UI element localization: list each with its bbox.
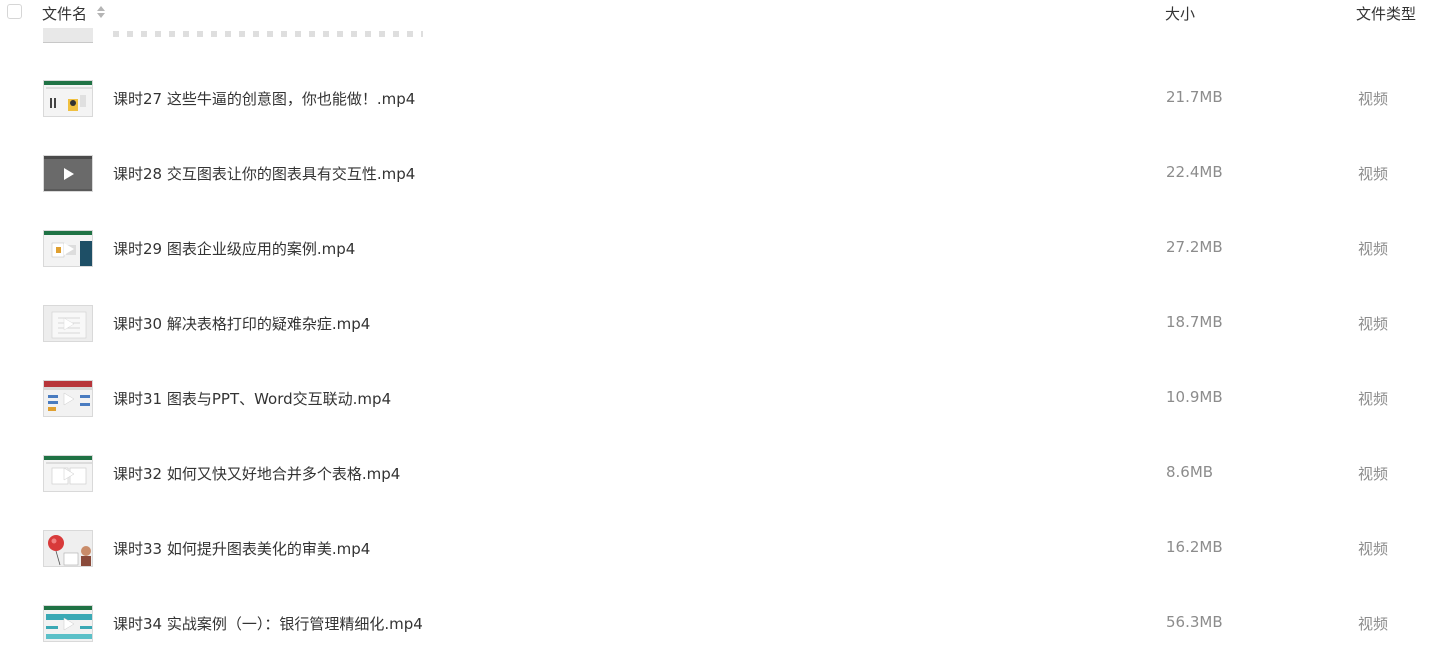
file-type: 视频 <box>1358 465 1389 483</box>
file-name[interactable]: 课时27 这些牛逼的创意图，你也能做！.mp4 <box>113 88 415 109</box>
video-thumbnail[interactable] <box>43 305 93 342</box>
file-size: 18.7MB <box>1166 313 1223 331</box>
column-header-filename[interactable]: 文件名 <box>42 3 87 24</box>
file-size: 10.9MB <box>1166 388 1223 406</box>
file-row[interactable]: 课时28 交互图表让你的图表具有交互性.mp4 22.4MB 视频 <box>0 137 1434 212</box>
play-icon <box>63 467 75 481</box>
video-thumbnail[interactable] <box>43 80 93 117</box>
file-list-page: 课时27 这些牛逼的创意图，你也能做！.mp4 21.7MB 视频 课时28 交… <box>0 0 1434 661</box>
file-row[interactable]: 课时30 解决表格打印的疑难杂症.mp4 18.7MB 视频 <box>0 287 1434 362</box>
file-row[interactable]: 课时34 实战案例（一）：银行管理精细化.mp4 56.3MB 视频 <box>0 587 1434 661</box>
file-row[interactable]: 课时29 图表企业级应用的案例.mp4 27.2MB 视频 <box>0 212 1434 287</box>
file-size: 22.4MB <box>1166 163 1223 181</box>
file-row[interactable]: 课时33 如何提升图表美化的审美.mp4 16.2MB 视频 <box>0 512 1434 587</box>
play-icon <box>64 243 74 255</box>
file-name[interactable]: 课时33 如何提升图表美化的审美.mp4 <box>113 538 370 559</box>
file-name[interactable]: 课时31 图表与PPT、Word交互联动.mp4 <box>113 388 391 409</box>
video-thumbnail[interactable] <box>43 230 93 267</box>
play-icon <box>64 168 74 180</box>
table-header: 文件名 大小 文件类型 <box>0 0 1434 28</box>
file-row[interactable]: 课时27 这些牛逼的创意图，你也能做！.mp4 21.7MB 视频 <box>0 62 1434 137</box>
file-type: 视频 <box>1358 90 1389 108</box>
file-type: 视频 <box>1358 540 1389 558</box>
play-icon <box>63 617 75 631</box>
file-size: 56.3MB <box>1166 613 1223 631</box>
file-size: 16.2MB <box>1166 538 1223 556</box>
column-header-filetype[interactable]: 文件类型 <box>1356 3 1416 24</box>
select-all-checkbox[interactable] <box>7 4 22 19</box>
video-thumbnail[interactable] <box>43 455 93 492</box>
partial-filename <box>113 31 423 37</box>
file-size: 8.6MB <box>1166 463 1214 481</box>
file-name[interactable]: 课时32 如何又快又好地合并多个表格.mp4 <box>113 463 400 484</box>
video-thumbnail[interactable] <box>43 380 93 417</box>
file-size: 21.7MB <box>1166 88 1223 106</box>
play-icon <box>63 392 75 406</box>
partially-hidden-row <box>0 28 1434 44</box>
video-thumbnail[interactable] <box>43 530 93 567</box>
file-name[interactable]: 课时28 交互图表让你的图表具有交互性.mp4 <box>113 163 415 184</box>
partial-thumbnail <box>43 28 93 43</box>
file-type: 视频 <box>1358 615 1389 633</box>
video-thumbnail[interactable] <box>43 155 93 192</box>
column-header-size[interactable]: 大小 <box>1165 3 1195 24</box>
file-name[interactable]: 课时34 实战案例（一）：银行管理精细化.mp4 <box>113 613 423 634</box>
file-row[interactable]: 课时32 如何又快又好地合并多个表格.mp4 8.6MB 视频 <box>0 437 1434 512</box>
file-type: 视频 <box>1358 315 1389 333</box>
file-row[interactable]: 课时31 图表与PPT、Word交互联动.mp4 10.9MB 视频 <box>0 362 1434 437</box>
file-type: 视频 <box>1358 390 1389 408</box>
file-name[interactable]: 课时29 图表企业级应用的案例.mp4 <box>113 238 355 259</box>
play-icon <box>63 317 75 331</box>
file-list: 课时27 这些牛逼的创意图，你也能做！.mp4 21.7MB 视频 课时28 交… <box>0 0 1434 661</box>
file-type: 视频 <box>1358 165 1389 183</box>
video-thumbnail[interactable] <box>43 605 93 642</box>
sort-icon[interactable] <box>96 5 106 19</box>
file-type: 视频 <box>1358 240 1389 258</box>
file-name[interactable]: 课时30 解决表格打印的疑难杂症.mp4 <box>113 313 370 334</box>
file-size: 27.2MB <box>1166 238 1223 256</box>
